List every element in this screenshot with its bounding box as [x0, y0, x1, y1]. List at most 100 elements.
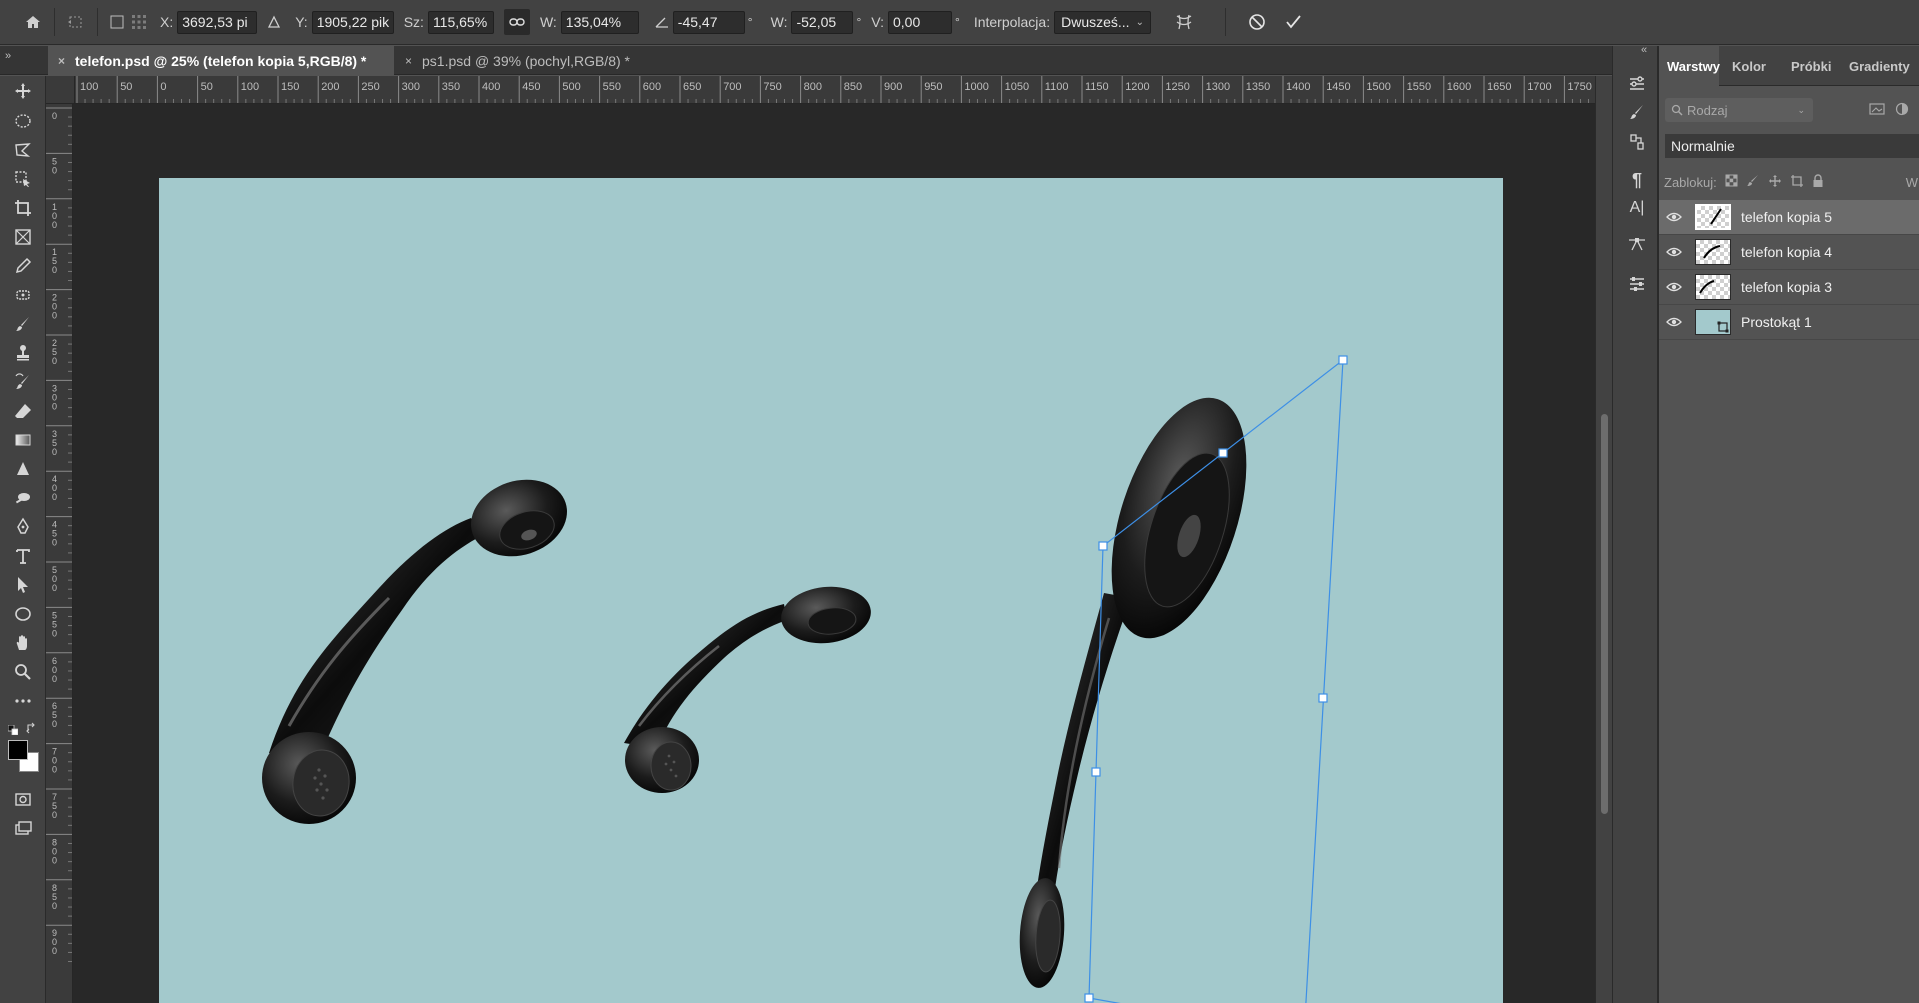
- gradient-tool-icon[interactable]: [8, 427, 38, 453]
- height-scale-input[interactable]: 135,04%: [560, 10, 639, 34]
- layer-row[interactable]: telefon kopia 4: [1659, 235, 1919, 270]
- layer-filter-select[interactable]: Rodzaj ⌄: [1665, 98, 1813, 122]
- brush-settings-icon[interactable]: [1625, 100, 1649, 124]
- horizontal-ruler[interactable]: 100 50 0 50 100 150 200 250 300 350 400 450 500 550 60…: [75, 76, 1595, 104]
- ruler-label-digit: 0: [52, 401, 57, 411]
- paragraph-icon[interactable]: ¶: [1625, 168, 1649, 192]
- lock-all-icon[interactable]: [1812, 173, 1824, 191]
- ruler-label: 550: [603, 81, 621, 93]
- filter-image-icon[interactable]: [1869, 102, 1885, 119]
- move-tool-icon[interactable]: [8, 78, 38, 104]
- foreground-color-swatch[interactable]: [8, 740, 28, 760]
- collapse-panels-icon[interactable]: «: [1641, 44, 1647, 56]
- hand-tool-icon[interactable]: [8, 630, 38, 656]
- ruler-label: 1250: [1165, 81, 1189, 93]
- lock-position-icon[interactable]: [1768, 174, 1782, 191]
- relative-position-icon[interactable]: [263, 9, 285, 35]
- path-selection-tool-icon[interactable]: [8, 572, 38, 598]
- x-position-input[interactable]: 3692,53 pi: [177, 10, 258, 34]
- close-tab-icon[interactable]: ×: [58, 54, 65, 68]
- commit-transform-icon[interactable]: [1280, 9, 1306, 35]
- phone-receiver-2: [624, 586, 871, 793]
- document-canvas[interactable]: [159, 178, 1503, 1003]
- history-brush-tool-icon[interactable]: [8, 369, 38, 395]
- layer-row[interactable]: Prostokąt 1: [1659, 305, 1919, 340]
- tab-layers[interactable]: Warstwy: [1659, 46, 1720, 86]
- skew-vertical-input[interactable]: 0,00: [888, 10, 952, 34]
- interpolation-select[interactable]: Dwusześ... ⌄: [1054, 10, 1151, 34]
- ruler-label: 200: [321, 81, 339, 93]
- paths-icon[interactable]: [1625, 232, 1649, 256]
- screen-mode-icon[interactable]: [8, 816, 38, 842]
- ellipse-tool-icon[interactable]: [8, 601, 38, 627]
- ruler-label: 50: [120, 81, 132, 93]
- transform-reference-icon[interactable]: [63, 9, 89, 35]
- marquee-tool-icon[interactable]: [8, 108, 38, 134]
- layer-row[interactable]: telefon kopia 3: [1659, 270, 1919, 305]
- lock-image-pixels-icon[interactable]: [1746, 174, 1760, 191]
- crop-tool-icon[interactable]: [8, 195, 38, 221]
- height-label: W:: [539, 14, 557, 30]
- zoom-tool-icon[interactable]: [8, 659, 38, 685]
- dodge-tool-icon[interactable]: [8, 485, 38, 511]
- tab-telefon[interactable]: × telefon.psd @ 25% (telefon kopia 5,RGB…: [48, 46, 394, 75]
- eyedropper-tool-icon[interactable]: [8, 253, 38, 279]
- adjustments-icon[interactable]: [1625, 272, 1649, 296]
- object-selection-tool-icon[interactable]: [8, 166, 38, 192]
- ruler-origin[interactable]: [46, 76, 75, 104]
- reference-grid-icon[interactable]: [128, 9, 150, 35]
- swap-colors-icon[interactable]: [26, 722, 38, 734]
- scrollbar-thumb[interactable]: [1601, 414, 1608, 814]
- vertical-ruler[interactable]: 0501001502002503003504004505005506006507…: [46, 104, 73, 1003]
- ruler-label-digit: 0: [52, 765, 57, 775]
- tab-ps1[interactable]: × ps1.psd @ 39% (pochyl,RGB/8) *: [395, 46, 659, 75]
- tab-color[interactable]: Kolor: [1724, 46, 1774, 86]
- transform-handle-top-right: [1338, 355, 1348, 365]
- clone-stamp-tool-icon[interactable]: [8, 340, 38, 366]
- collapse-toolbar-icon[interactable]: »: [5, 50, 11, 62]
- eraser-tool-icon[interactable]: [8, 398, 38, 424]
- width-scale-input[interactable]: 115,65%: [427, 10, 494, 34]
- y-position-input[interactable]: 1905,22 pik: [311, 10, 394, 34]
- layer-filter-value: Rodzaj: [1687, 102, 1728, 118]
- link-icon[interactable]: [503, 9, 530, 35]
- blend-mode-select[interactable]: Normalnie: [1665, 134, 1919, 158]
- home-icon[interactable]: [20, 9, 46, 35]
- character-icon[interactable]: A|: [1625, 196, 1649, 220]
- healing-brush-tool-icon[interactable]: [8, 282, 38, 308]
- pen-tool-icon[interactable]: [8, 514, 38, 540]
- skew-horizontal-input[interactable]: -52,05: [791, 10, 854, 34]
- default-colors-icon[interactable]: [7, 724, 19, 736]
- tab-gradients[interactable]: Gradienty: [1841, 46, 1918, 86]
- blur-tool-icon[interactable]: [8, 456, 38, 482]
- vertical-scrollbar[interactable]: [1595, 76, 1612, 1003]
- reference-point-checkbox[interactable]: [106, 9, 128, 35]
- ruler-label: 1300: [1206, 81, 1230, 93]
- document-workspace[interactable]: [73, 104, 1595, 1003]
- close-tab-icon[interactable]: ×: [405, 54, 412, 68]
- type-tool-icon[interactable]: [8, 543, 38, 569]
- more-tools-icon[interactable]: [8, 688, 38, 714]
- skew-v-degree-unit: °: [955, 15, 960, 29]
- properties-icon[interactable]: [1625, 72, 1649, 96]
- cancel-transform-icon[interactable]: [1244, 9, 1270, 35]
- lasso-tool-icon[interactable]: [8, 137, 38, 163]
- frame-tool-icon[interactable]: [8, 224, 38, 250]
- visibility-eye-icon[interactable]: [1659, 212, 1689, 222]
- brush-tool-icon[interactable]: [8, 311, 38, 337]
- lock-transparent-pixels-icon[interactable]: [1725, 174, 1738, 190]
- visibility-eye-icon[interactable]: [1659, 247, 1689, 257]
- ruler-label: 500: [562, 81, 580, 93]
- warp-mode-icon[interactable]: [1171, 9, 1197, 35]
- filter-adjustment-icon[interactable]: [1895, 102, 1909, 119]
- tab-swatches[interactable]: Próbki: [1783, 46, 1839, 86]
- layer-row[interactable]: telefon kopia 5: [1659, 200, 1919, 235]
- clone-source-icon[interactable]: [1625, 130, 1649, 154]
- ruler-label: 150: [281, 81, 299, 93]
- quick-mask-icon[interactable]: [8, 786, 38, 812]
- layer-name: telefon kopia 3: [1741, 279, 1833, 295]
- visibility-eye-icon[interactable]: [1659, 282, 1689, 292]
- rotate-input[interactable]: -45,47: [672, 10, 745, 34]
- visibility-eye-icon[interactable]: [1659, 317, 1689, 327]
- lock-artboard-icon[interactable]: [1790, 174, 1804, 191]
